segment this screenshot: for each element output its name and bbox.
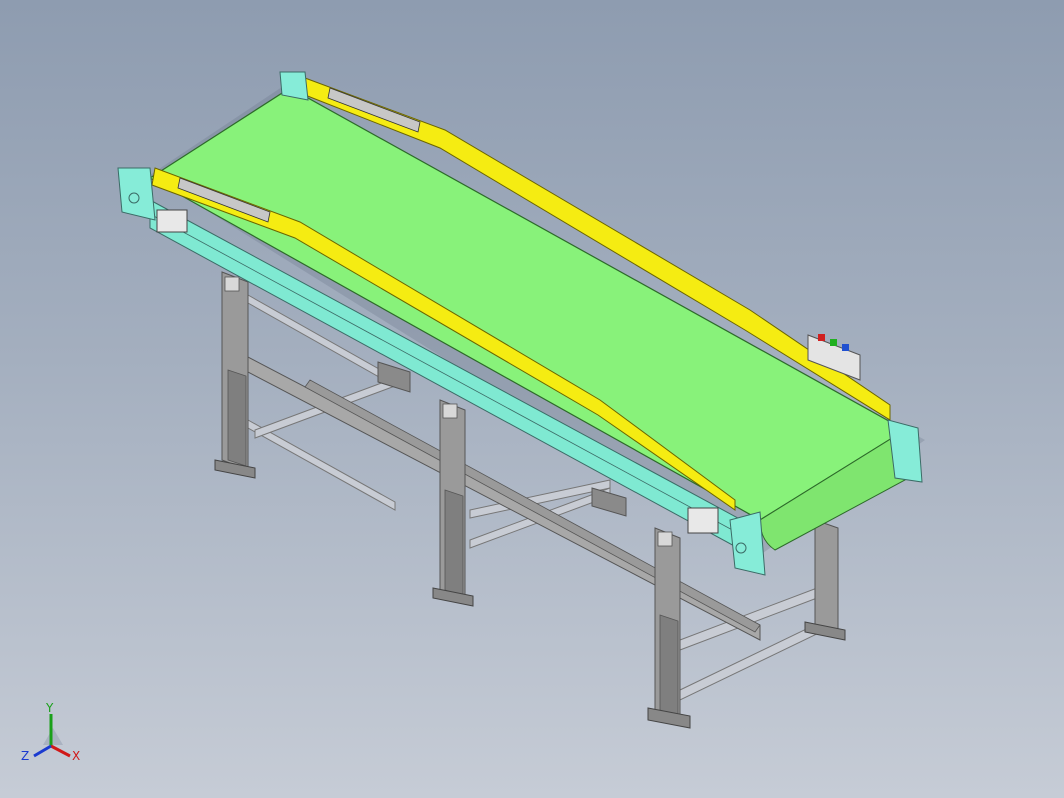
y-axis-label: Y	[45, 701, 54, 715]
end-block-rear-left[interactable]	[279, 71, 309, 101]
z-axis-line	[33, 744, 52, 758]
z-axis-label: Z	[21, 749, 29, 763]
x-axis-line	[50, 744, 71, 758]
tensioner-plate-left	[156, 209, 188, 233]
x-axis-label: X	[72, 749, 80, 763]
conveyor-model[interactable]	[0, 0, 1064, 798]
end-block-icon[interactable]	[117, 167, 156, 221]
axis-triad[interactable]: Y X Z	[18, 700, 88, 770]
leg-back-right	[804, 519, 846, 641]
triad-base	[43, 728, 63, 745]
leg-front-middle	[432, 399, 474, 607]
cad-viewport[interactable]: Y X Z	[0, 0, 1064, 798]
end-block-front-right[interactable]	[729, 511, 766, 576]
tensioner-plate-right	[687, 507, 719, 534]
